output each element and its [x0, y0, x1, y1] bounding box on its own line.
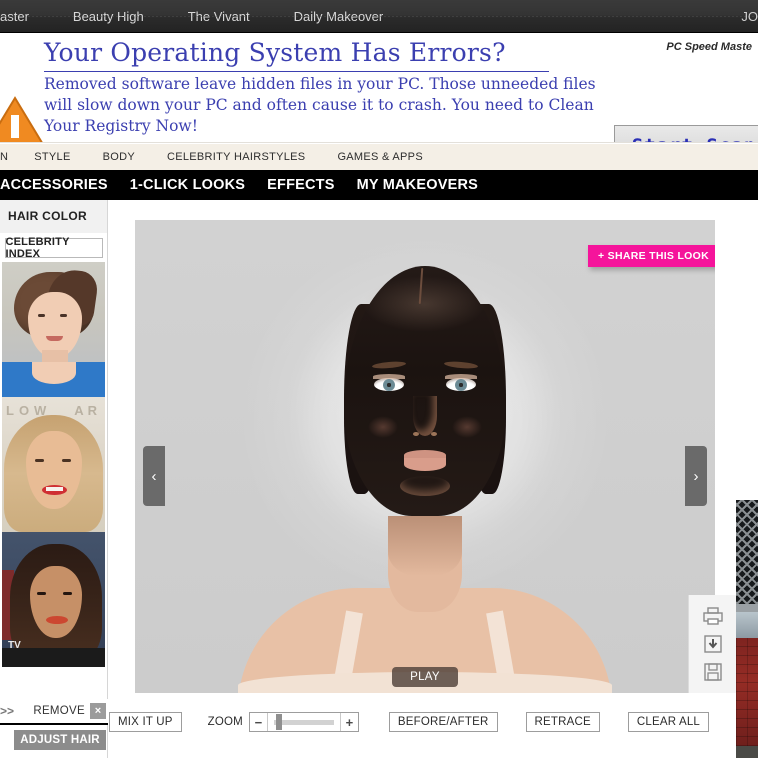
thumb3-eye-right	[63, 592, 72, 595]
model-hair-highlight	[362, 276, 486, 332]
model-nostril-right	[431, 432, 437, 436]
join-link[interactable]: JO	[741, 0, 758, 33]
print-icon[interactable]	[701, 605, 725, 627]
right-ad-sky	[736, 612, 758, 638]
celebrity-index-button[interactable]: CELEBRITY INDEX	[4, 236, 103, 260]
thumb1-eye-right	[60, 314, 67, 317]
sidebar-footer: >> REMOVE × ADJUST HAIR	[0, 699, 108, 758]
zoom-slider-rail	[273, 719, 334, 725]
canvas-tools-strip	[688, 595, 736, 693]
zoom-stepper: − +	[248, 712, 359, 732]
thumb2-teeth	[46, 487, 63, 491]
play-button[interactable]: PLAY	[392, 667, 458, 687]
page-root: aster Beauty High The Vivant Daily Makeo…	[0, 0, 758, 758]
remove-label: REMOVE	[33, 705, 85, 717]
right-ad-fence	[736, 500, 758, 604]
ad-divider	[44, 71, 549, 72]
site-nav-item-celebrity-hairstyles[interactable]: CELEBRITY HAIRSTYLES	[151, 144, 321, 170]
site-nav-item-body[interactable]: BODY	[87, 144, 151, 170]
app-nav-item-1-click-looks[interactable]: 1-CLICK LOOKS	[119, 170, 256, 200]
thumb3-top	[2, 648, 105, 667]
model-chin	[400, 476, 450, 496]
model-nose	[413, 396, 437, 436]
zoom-label: ZOOM	[207, 716, 243, 728]
app-nav-item-effects[interactable]: EFFECTS	[256, 170, 345, 200]
topbar-dotted-rule	[0, 16, 758, 17]
thumb1-face	[28, 292, 82, 358]
thumb2-eye-left	[35, 459, 44, 462]
retrace-button[interactable]: RETRACE	[525, 712, 600, 732]
model-photo	[238, 220, 612, 693]
zoom-out-button[interactable]: −	[250, 713, 267, 731]
model-eyelid-left	[373, 374, 405, 379]
mix-it-up-button[interactable]: MIX IT UP	[109, 712, 182, 732]
model-cheek-right	[452, 416, 482, 438]
previous-look-button[interactable]: ‹	[143, 446, 165, 506]
zoom-control-group: ZOOM − +	[208, 712, 359, 732]
thumb3-mouth	[46, 616, 68, 624]
model-eyelid-right	[445, 374, 477, 379]
share-this-look-button[interactable]: + SHARE THIS LOOK	[588, 245, 715, 267]
app-navigation: ACCESSORIES 1-CLICK LOOKS EFFECTS MY MAK…	[0, 170, 758, 200]
ad-brand-label: PC Speed Maste	[666, 41, 752, 53]
save-disk-icon[interactable]	[701, 661, 725, 683]
thumb1-mouth	[46, 336, 63, 341]
site-nav-item-style[interactable]: STYLE	[18, 144, 86, 170]
site-nav-item-n[interactable]: N	[0, 144, 18, 170]
app-nav-item-my-makeovers[interactable]: MY MAKEOVERS	[346, 170, 489, 200]
editor-toolbar: MIX IT UP ZOOM − + BEFORE/AFTER RETRACE …	[109, 705, 758, 739]
ad-body-text: Removed software leave hidden files in y…	[44, 75, 596, 135]
thumb2-bg-text-right: AR	[74, 403, 101, 418]
makeover-canvas[interactable]: ‹ › + SHARE THIS LOOK PLAY	[135, 220, 715, 693]
thumb3-eye-left	[37, 592, 46, 595]
hair-color-thumb-2[interactable]: LOW AR	[2, 397, 105, 532]
ad-headline: Your Operating System Has Errors?	[44, 38, 506, 67]
hair-color-thumb-1[interactable]	[2, 262, 105, 397]
partner-topbar: aster Beauty High The Vivant Daily Makeo…	[0, 0, 758, 33]
right-ad-brick-wall	[736, 638, 758, 746]
clear-all-button[interactable]: CLEAR ALL	[627, 712, 710, 732]
zoom-slider[interactable]	[266, 713, 341, 731]
right-edge-ad[interactable]	[736, 500, 758, 758]
adjust-hair-button[interactable]: ADJUST HAIR	[14, 730, 106, 750]
model-iris-left	[383, 379, 395, 391]
sidebar-title: HAIR COLOR	[0, 200, 107, 233]
next-look-button[interactable]: ›	[685, 446, 707, 506]
before-after-button[interactable]: BEFORE/AFTER	[388, 712, 498, 732]
thumb1-eye-left	[38, 314, 45, 317]
app-nav-item-accessories[interactable]: ACCESSORIES	[0, 170, 119, 200]
model-cheek-left	[368, 416, 398, 438]
model-neck-shadow	[388, 516, 462, 576]
right-ad-ground	[736, 746, 758, 758]
thumb2-eye-right	[62, 459, 71, 462]
thumb1-dress	[2, 362, 105, 397]
scroll-more-arrows-icon[interactable]: >>	[0, 704, 14, 718]
makeover-stage: ‹ › + SHARE THIS LOOK PLAY	[109, 200, 736, 758]
advertisement-banner[interactable]: Your Operating System Has Errors? Remove…	[0, 33, 758, 143]
close-icon[interactable]: ×	[90, 703, 106, 719]
model-lower-lip	[404, 458, 446, 471]
zoom-slider-handle[interactable]	[275, 714, 282, 730]
model-iris-right	[455, 379, 467, 391]
model-nostril-left	[413, 432, 419, 436]
start-scan-button[interactable]: Start Scan	[614, 125, 758, 142]
download-icon[interactable]	[701, 633, 725, 655]
hair-color-thumb-3[interactable]: TV	[2, 532, 105, 667]
zoom-in-button[interactable]: +	[341, 713, 358, 731]
remove-row: >> REMOVE ×	[0, 699, 108, 725]
site-nav-item-games-apps[interactable]: GAMES & APPS	[321, 144, 439, 170]
site-navigation: N STYLE BODY CELEBRITY HAIRSTYLES GAMES …	[0, 144, 758, 170]
hair-color-thumbnail-list: LOW AR TV	[2, 262, 105, 667]
right-ad-rail	[736, 604, 758, 612]
hair-color-sidebar: HAIR COLOR CELEBRITY INDEX LOW AR TV >> …	[0, 200, 108, 758]
